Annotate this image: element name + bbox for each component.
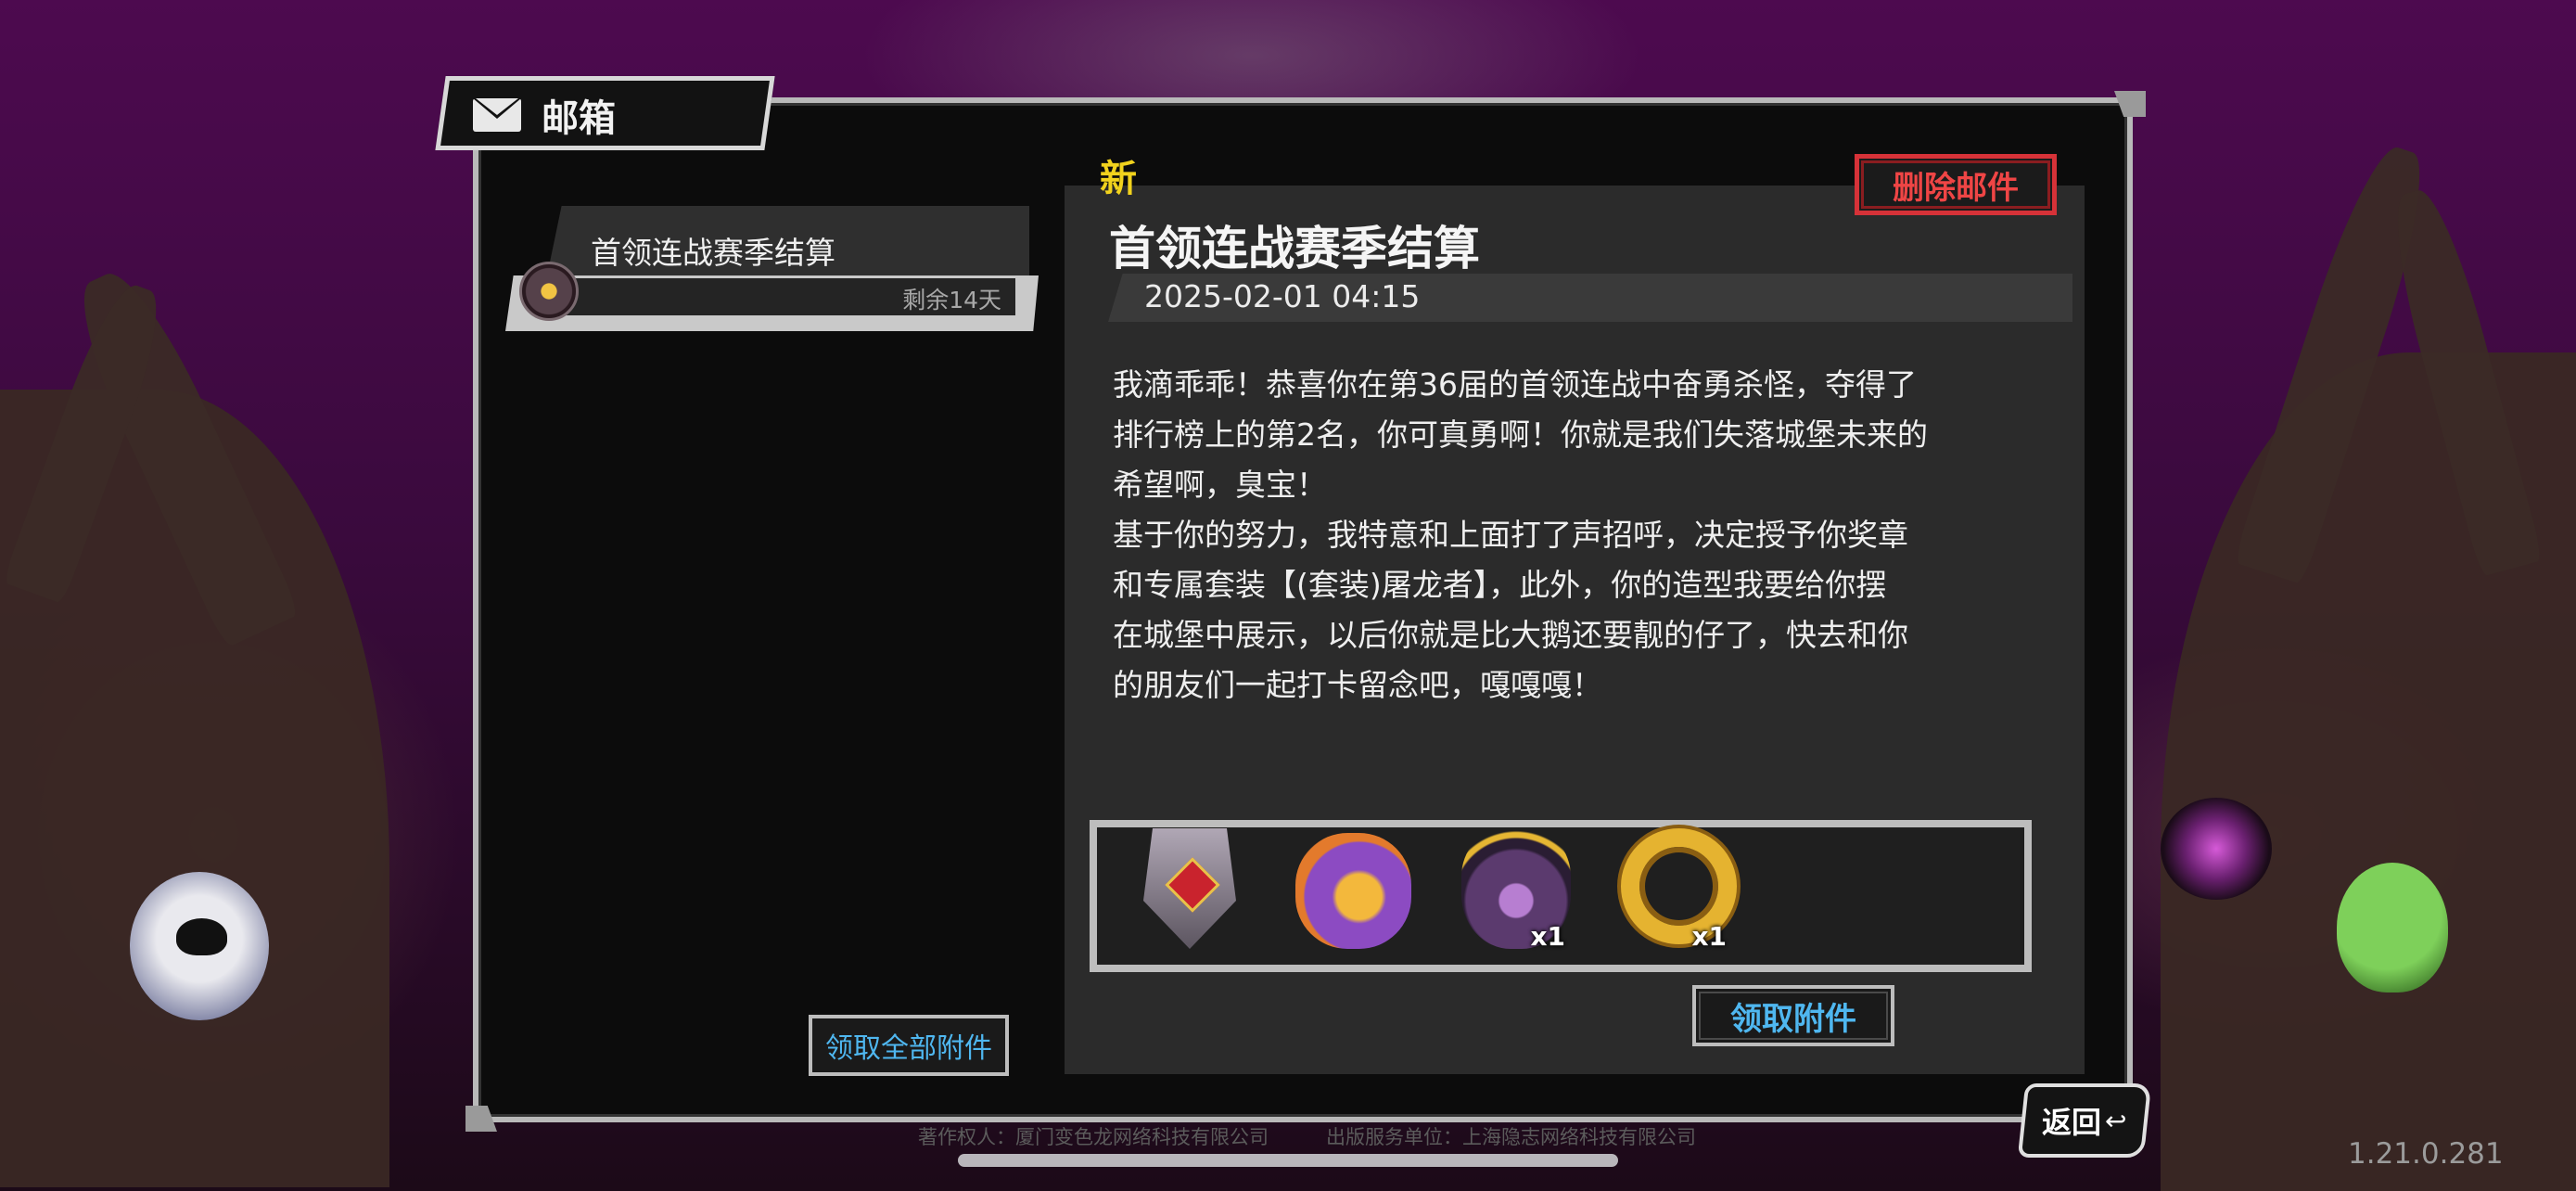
mail-subject: 首领连战赛季结算 xyxy=(1109,222,1480,275)
claim-all-attachments-button[interactable]: 领取全部附件 xyxy=(809,1015,1009,1076)
window-title-text: 邮箱 xyxy=(542,97,616,140)
mail-list-item[interactable]: 首领连战赛季结算 剩余14天 xyxy=(505,206,1039,331)
mail-body-line: 和专属套装【(套装)屠龙者】，此外，你的造型我要给你摆 xyxy=(1113,567,1887,603)
mail-item-remaining-days: 剩余14天 xyxy=(902,287,1001,314)
back-button[interactable]: 返回 ↩ xyxy=(2017,1083,2152,1158)
mail-body-line: 排行榜上的第2名，你可真勇啊！你就是我们失落城堡未来的 xyxy=(1113,416,1928,453)
attachment-item[interactable]: x1 xyxy=(1452,824,1573,954)
delete-mail-button[interactable]: 删除邮件 xyxy=(1855,154,2057,215)
publisher-info: 出版服务单位：上海隐志网络科技有限公司 xyxy=(1326,1126,1696,1148)
mail-body: 我滴乖乖！恭喜你在第36届的首领连战中奋勇杀怪，夺得了 排行榜上的第2名，你可真… xyxy=(1113,360,2021,711)
mail-body-line: 希望啊，臭宝！ xyxy=(1113,467,1327,503)
ghost-hood xyxy=(176,918,227,955)
green-slime-character xyxy=(2337,863,2448,992)
version-label: 1.21.0.281 xyxy=(2348,1137,2504,1171)
envelope-icon xyxy=(473,98,521,132)
claim-attachment-button[interactable]: 领取附件 xyxy=(1692,985,1894,1046)
mail-body-line: 在城堡中展示，以后你就是比大鹅还要靓的仔了，快去和你 xyxy=(1113,617,1908,653)
new-mail-tag: 新 xyxy=(1100,158,1137,200)
copyright-owner: 著作权人：厦门变色龙网络科技有限公司 xyxy=(918,1126,1269,1148)
attachment-count: x1 xyxy=(1530,921,1565,952)
attachment-item[interactable] xyxy=(1291,824,1411,954)
attachment-item[interactable]: x1 xyxy=(1613,824,1737,954)
attachment-item[interactable] xyxy=(1129,824,1250,954)
mail-item-title: 首领连战赛季结算 xyxy=(591,235,835,271)
attachment-count: x1 xyxy=(1691,921,1727,952)
mail-date: 2025-02-01 04:15 xyxy=(1144,278,1421,314)
tree-glowing-eye xyxy=(2161,798,2272,900)
mail-body-line: 基于你的努力，我特意和上面打了声招呼，决定授予你奖章 xyxy=(1113,517,1908,553)
home-indicator-bar[interactable] xyxy=(958,1154,1618,1167)
boss-rank-badge-icon xyxy=(519,262,579,321)
shoulder-armor-icon xyxy=(1295,833,1411,949)
return-arrow-icon: ↩ xyxy=(2105,1105,2127,1136)
mail-body-line: 的朋友们一起打卡留念吧，嘎嘎嘎！ xyxy=(1113,667,1602,703)
mail-body-line: 我滴乖乖！恭喜你在第36届的首领连战中奋勇杀怪，夺得了 xyxy=(1113,366,1917,403)
back-button-label: 返回 xyxy=(2042,1105,2102,1140)
window-title: 邮箱 xyxy=(473,89,616,141)
